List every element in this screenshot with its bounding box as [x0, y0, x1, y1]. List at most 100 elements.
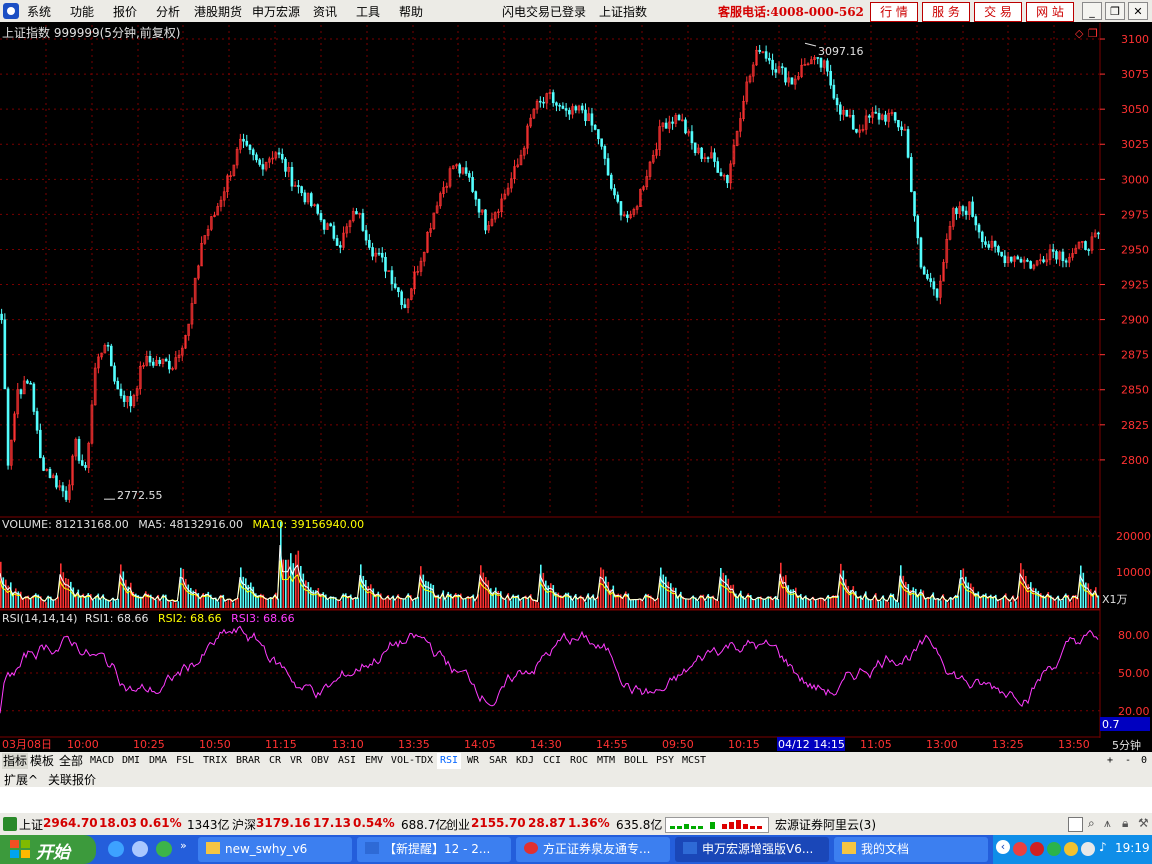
indicator-tab-vr[interactable]: VR	[286, 753, 306, 769]
task-item[interactable]: 【新提醒】12 - 2...	[357, 837, 511, 862]
indicator-tab-trix[interactable]: TRIX	[199, 753, 231, 769]
zoom-out-button[interactable]: -	[1121, 753, 1135, 769]
indicator-tab-全部[interactable]: 全部	[56, 753, 86, 769]
tray-app3-icon[interactable]	[1047, 842, 1061, 856]
y-axis-labels: 2800 2825 2850 2875 2900 2925 2950 2975 3000 3025…	[1100, 33, 1151, 718]
task-item[interactable]: new_swhy_v6	[198, 837, 352, 862]
task-item[interactable]: 我的文档	[834, 837, 988, 862]
switch-diamond-icon[interactable]: ◇	[1075, 27, 1084, 40]
volume-bar	[1085, 582, 1087, 608]
indicator-tab-vol-tdx[interactable]: VOL-TDX	[388, 753, 436, 769]
candle-body	[997, 246, 1000, 253]
candle-body	[929, 278, 932, 282]
menu-swhy[interactable]: 申万宏源	[252, 3, 300, 20]
indicator-tab-cr[interactable]: CR	[265, 753, 285, 769]
market-icon[interactable]	[3, 817, 17, 831]
candle-body	[932, 281, 936, 290]
volume-bar	[1097, 595, 1100, 608]
menu-quote[interactable]: 报价	[113, 3, 137, 20]
candle-body	[677, 115, 681, 121]
close-icon[interactable]: ✕	[1128, 2, 1148, 20]
volume-bar	[772, 599, 775, 608]
candle-body	[835, 97, 839, 106]
indicator-tab-dma[interactable]: DMA	[145, 753, 171, 769]
panel-icon[interactable]	[1068, 817, 1083, 832]
menu-system[interactable]: 系统	[27, 3, 51, 20]
trade-button[interactable]: 交 易	[974, 2, 1022, 22]
stock-chart[interactable]: 上证指数 999999(5分钟,前复权) ◇ ❐ 3097.16 2772.55…	[0, 23, 1152, 752]
related-quotes-tab[interactable]: 关联报价	[48, 771, 96, 788]
minimize-icon[interactable]: _	[1082, 2, 1102, 20]
menu-hk-futures[interactable]: 港股期货	[194, 3, 242, 20]
indicator-tab-rsi[interactable]: RSI	[437, 753, 461, 769]
tray-app4-icon[interactable]	[1064, 842, 1078, 856]
candle-body	[839, 104, 842, 115]
task-item[interactable]: 方正证券泉友通专...	[516, 837, 670, 862]
indicator-tab-kdj[interactable]: KDJ	[512, 753, 538, 769]
window-toggle-icon[interactable]: ❐	[1088, 27, 1098, 40]
candle-body	[261, 164, 265, 170]
candle-body	[1000, 251, 1003, 257]
candle-body	[977, 224, 981, 233]
volume-bar	[940, 600, 942, 608]
indicator-tab-mcst[interactable]: MCST	[678, 753, 710, 769]
indicator-tab-cci[interactable]: CCI	[539, 753, 565, 769]
menu-news[interactable]: 资讯	[313, 3, 337, 20]
indicator-tab-macd[interactable]: MACD	[87, 753, 117, 769]
candle-body	[322, 219, 326, 230]
tray-app1-icon[interactable]	[1013, 842, 1027, 856]
service-button[interactable]: 服 务	[922, 2, 970, 22]
candle-body	[851, 114, 855, 130]
volume-bar	[672, 587, 675, 608]
media-icon[interactable]	[156, 841, 172, 857]
indicator-tab-mtm[interactable]: MTM	[593, 753, 619, 769]
lock-icon[interactable]: 🔒︎	[1122, 816, 1128, 831]
indicator-tab-dmi[interactable]: DMI	[118, 753, 144, 769]
indicator-tab-模板[interactable]: 模板	[29, 753, 55, 769]
volume-bar	[752, 599, 755, 608]
menu-tools[interactable]: 工具	[356, 3, 380, 20]
reset-button[interactable]: 0	[1137, 753, 1151, 769]
expand-tab[interactable]: 扩展^	[4, 771, 38, 788]
indicator-tab-roc[interactable]: ROC	[566, 753, 592, 769]
tray-app2-icon[interactable]	[1030, 842, 1044, 856]
candle-body	[355, 211, 358, 215]
indicator-tab-emv[interactable]: EMV	[361, 753, 387, 769]
quote-button[interactable]: 行 情	[870, 2, 918, 22]
tray-expand-icon[interactable]: ‹	[996, 840, 1010, 854]
indicator-tab-obv[interactable]: OBV	[307, 753, 333, 769]
quicklaunch-more-icon[interactable]: »	[180, 839, 187, 852]
indicator-tab-brar[interactable]: BRAR	[232, 753, 264, 769]
indicator-tab-fsl[interactable]: FSL	[172, 753, 198, 769]
ie-icon[interactable]	[108, 841, 124, 857]
task-item[interactable]: 申万宏源增强版V6...	[675, 837, 829, 862]
menu-analysis[interactable]: 分析	[156, 3, 180, 20]
tray-app5-icon[interactable]	[1081, 842, 1095, 856]
menu-help[interactable]: 帮助	[399, 3, 423, 20]
show-desktop-icon[interactable]	[132, 841, 148, 857]
app-logo-icon[interactable]	[3, 3, 19, 19]
restore-icon[interactable]: ❐	[1105, 2, 1125, 20]
indicator-tab-sar[interactable]: SAR	[485, 753, 511, 769]
search-icon[interactable]: ⌕	[1088, 816, 1095, 831]
indicator-tab-指标[interactable]: 指标	[2, 753, 28, 769]
wrench-icon[interactable]: ⚒	[1138, 816, 1149, 830]
zoom-in-button[interactable]: +	[1103, 753, 1117, 769]
candle-body	[403, 304, 407, 308]
indicator-tab-psy[interactable]: PSY	[653, 753, 677, 769]
indicator-tab-wr[interactable]: WR	[462, 753, 484, 769]
indicator-tab-boll[interactable]: BOLL	[620, 753, 652, 769]
website-button[interactable]: 网 站	[1026, 2, 1074, 22]
volume-bar	[1055, 600, 1057, 608]
rsi2-value: 68.66	[190, 612, 222, 625]
period-label[interactable]: 5分钟	[1112, 738, 1141, 752]
tray-volume-icon[interactable]: ♪	[1099, 840, 1107, 854]
volume-bar	[885, 600, 887, 608]
volume-bar	[697, 601, 700, 608]
indicator-tab-asi[interactable]: ASI	[334, 753, 360, 769]
start-button[interactable]: 开始	[0, 835, 96, 864]
volume-bar	[745, 598, 747, 608]
volume-value: 81213168.00	[55, 518, 128, 531]
menu-function[interactable]: 功能	[70, 3, 94, 20]
volume-bar	[10, 582, 12, 608]
